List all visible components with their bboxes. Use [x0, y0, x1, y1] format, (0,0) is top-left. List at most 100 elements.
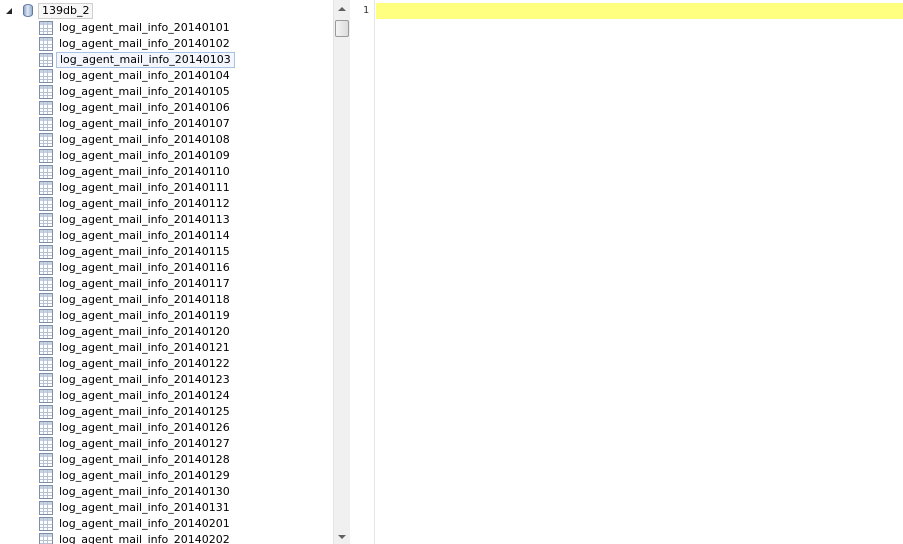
tree-node-table[interactable]: log_agent_mail_info_20140114: [0, 228, 333, 244]
expand-icon[interactable]: [25, 535, 31, 544]
tree-node-table[interactable]: log_agent_mail_info_20140127: [0, 436, 333, 452]
tree-node-table[interactable]: log_agent_mail_info_20140111: [0, 180, 333, 196]
expand-icon[interactable]: [25, 455, 31, 465]
scroll-up-arrow-icon[interactable]: [338, 7, 346, 11]
expand-icon[interactable]: [25, 247, 31, 257]
table-icon: [39, 293, 53, 307]
table-label: log_agent_mail_info_20140105: [59, 85, 230, 98]
tree-node-table[interactable]: log_agent_mail_info_20140131: [0, 500, 333, 516]
table-label: log_agent_mail_info_20140122: [59, 357, 230, 370]
tree-node-table[interactable]: log_agent_mail_info_20140102: [0, 36, 333, 52]
line-number: 1: [363, 5, 370, 16]
tree-node-table[interactable]: log_agent_mail_info_20140123: [0, 372, 333, 388]
expand-icon[interactable]: [25, 311, 31, 321]
table-icon: [39, 389, 53, 403]
expand-icon[interactable]: [25, 487, 31, 497]
sql-editor[interactable]: 1: [355, 0, 903, 544]
expand-icon[interactable]: [25, 71, 31, 81]
tree-node-table[interactable]: log_agent_mail_info_20140108: [0, 132, 333, 148]
expand-icon[interactable]: [25, 295, 31, 305]
table-label: log_agent_mail_info_20140117: [59, 277, 230, 290]
tree-node-table[interactable]: log_agent_mail_info_20140120: [0, 324, 333, 340]
expand-icon[interactable]: [25, 359, 31, 369]
expand-icon[interactable]: [25, 199, 31, 209]
tree-node-table[interactable]: log_agent_mail_info_20140202: [0, 532, 333, 544]
object-tree[interactable]: 139db_2 log_agent_mail_info_20140101 log_…: [0, 0, 333, 544]
table-icon: [39, 373, 53, 387]
table-icon: [39, 421, 53, 435]
tree-node-table[interactable]: log_agent_mail_info_20140105: [0, 84, 333, 100]
expand-icon[interactable]: [25, 439, 31, 449]
tree-node-table[interactable]: log_agent_mail_info_20140106: [0, 100, 333, 116]
expand-icon[interactable]: [25, 183, 31, 193]
expand-icon[interactable]: [25, 519, 31, 529]
tree-node-table[interactable]: log_agent_mail_info_20140112: [0, 196, 333, 212]
expand-icon[interactable]: [25, 103, 31, 113]
tree-node-table[interactable]: log_agent_mail_info_20140122: [0, 356, 333, 372]
tree-node-table[interactable]: log_agent_mail_info_20140104: [0, 68, 333, 84]
table-icon: [39, 85, 53, 99]
expand-icon[interactable]: [25, 55, 31, 65]
expand-icon[interactable]: [25, 263, 31, 273]
database-label: 139db_2: [38, 3, 94, 19]
table-label: log_agent_mail_info_20140109: [59, 149, 230, 162]
tree-node-table[interactable]: log_agent_mail_info_20140125: [0, 404, 333, 420]
table-label: log_agent_mail_info_20140127: [59, 437, 230, 450]
expand-icon[interactable]: [25, 151, 31, 161]
expand-icon[interactable]: [25, 375, 31, 385]
table-label: log_agent_mail_info_20140202: [59, 533, 230, 544]
expand-icon[interactable]: [25, 23, 31, 33]
tree-node-table[interactable]: log_agent_mail_info_20140103: [0, 52, 333, 68]
expand-icon[interactable]: [25, 231, 31, 241]
table-label: log_agent_mail_info_20140107: [59, 117, 230, 130]
expand-icon[interactable]: [25, 327, 31, 337]
table-icon: [39, 101, 53, 115]
table-label: log_agent_mail_info_20140108: [59, 133, 230, 146]
expand-icon[interactable]: [25, 407, 31, 417]
expand-icon[interactable]: [25, 215, 31, 225]
tree-node-table[interactable]: log_agent_mail_info_20140121: [0, 340, 333, 356]
table-label: log_agent_mail_info_20140116: [59, 261, 230, 274]
expand-icon[interactable]: [25, 119, 31, 129]
expand-icon[interactable]: [25, 391, 31, 401]
tree-node-table[interactable]: log_agent_mail_info_20140117: [0, 276, 333, 292]
table-label: log_agent_mail_info_20140131: [59, 501, 230, 514]
scroll-thumb[interactable]: [335, 20, 349, 37]
tree-node-table[interactable]: log_agent_mail_info_20140129: [0, 468, 333, 484]
scroll-down-arrow-icon[interactable]: [338, 535, 346, 539]
tree-node-table[interactable]: log_agent_mail_info_20140119: [0, 308, 333, 324]
expand-icon[interactable]: [25, 87, 31, 97]
tree-node-table[interactable]: log_agent_mail_info_20140126: [0, 420, 333, 436]
tree-node-table[interactable]: log_agent_mail_info_20140201: [0, 516, 333, 532]
tree-node-table[interactable]: log_agent_mail_info_20140116: [0, 260, 333, 276]
collapse-icon[interactable]: [6, 8, 12, 14]
expand-icon[interactable]: [25, 135, 31, 145]
current-line-highlight[interactable]: [376, 3, 903, 19]
tree-node-table[interactable]: log_agent_mail_info_20140115: [0, 244, 333, 260]
table-label: log_agent_mail_info_20140119: [59, 309, 230, 322]
table-label: log_agent_mail_info_20140121: [59, 341, 230, 354]
expand-icon[interactable]: [25, 423, 31, 433]
table-label: log_agent_mail_info_20140129: [59, 469, 230, 482]
expand-icon[interactable]: [25, 279, 31, 289]
table-label: log_agent_mail_info_20140101: [59, 21, 230, 34]
tree-node-table[interactable]: log_agent_mail_info_20140109: [0, 148, 333, 164]
table-icon: [39, 69, 53, 83]
tree-vertical-scrollbar[interactable]: [333, 0, 350, 544]
tree-node-table[interactable]: log_agent_mail_info_20140124: [0, 388, 333, 404]
expand-icon[interactable]: [25, 503, 31, 513]
tree-node-table[interactable]: log_agent_mail_info_20140101: [0, 20, 333, 36]
expand-icon[interactable]: [25, 471, 31, 481]
tree-node-table[interactable]: log_agent_mail_info_20140130: [0, 484, 333, 500]
tree-node-table[interactable]: log_agent_mail_info_20140118: [0, 292, 333, 308]
tree-node-table[interactable]: log_agent_mail_info_20140113: [0, 212, 333, 228]
table-label: log_agent_mail_info_20140125: [59, 405, 230, 418]
expand-icon[interactable]: [25, 167, 31, 177]
expand-icon[interactable]: [25, 343, 31, 353]
table-label: log_agent_mail_info_20140130: [59, 485, 230, 498]
tree-node-table[interactable]: log_agent_mail_info_20140110: [0, 164, 333, 180]
tree-node-table[interactable]: log_agent_mail_info_20140128: [0, 452, 333, 468]
expand-icon[interactable]: [25, 39, 31, 49]
tree-node-table[interactable]: log_agent_mail_info_20140107: [0, 116, 333, 132]
tree-node-database[interactable]: 139db_2: [0, 3, 333, 19]
